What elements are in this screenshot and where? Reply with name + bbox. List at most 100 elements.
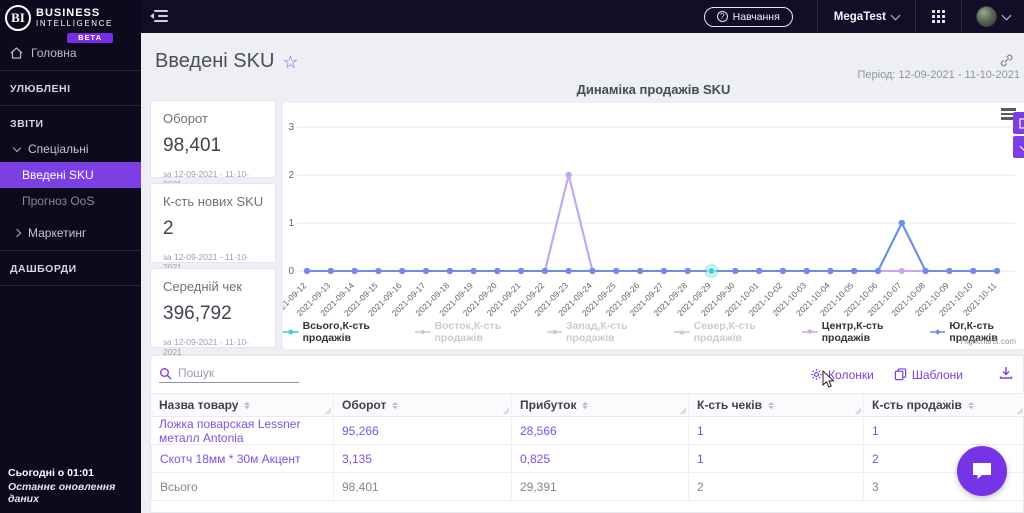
legend-marker-icon: [802, 329, 818, 335]
chart-collapse-button[interactable]: [1013, 136, 1024, 158]
sku-chart: 0 1 2 3 2021-09-12 2021-09-13 2021-09-14 2021-0…: [283, 103, 1024, 318]
products-table-card: Колонки Шаблони Назва товару Оборот Приб…: [150, 355, 1024, 513]
legend-marker-icon: [283, 329, 299, 335]
column-resize-handle[interactable]: [324, 407, 331, 414]
chevron-down-icon: [12, 143, 22, 153]
sort-icon[interactable]: [392, 401, 399, 409]
column-resize-handle[interactable]: [854, 407, 861, 414]
sidebar-group-marketing[interactable]: Маркетинг: [0, 220, 141, 246]
sort-icon[interactable]: [967, 401, 974, 409]
column-header-sales[interactable]: К-сть продажів: [863, 393, 1024, 417]
avatar: [976, 6, 997, 27]
sidebar-item-prognoz-oos[interactable]: Прогноз OoS: [0, 188, 141, 214]
kpi-card-avg-check: Середній чек 396,792 за 12-09-2021 - 11-…: [150, 268, 276, 357]
legend-label: Север,К-сть продажів: [693, 320, 756, 344]
share-link-icon[interactable]: [999, 53, 1014, 68]
sidebar-item-vvedeni-sku[interactable]: Введені SKU: [0, 162, 141, 188]
sidebar-home-label: Головна: [31, 46, 77, 60]
sidebar-section-reports: ЗВІТИ: [10, 118, 44, 130]
column-header-checks[interactable]: К-сть чеків: [688, 393, 863, 417]
account-label: MegaTest: [833, 10, 886, 23]
page-title: Введені SKU: [155, 50, 275, 72]
app-root: ? Навчання MegaTest BI BUSINESS INTELLIG…: [0, 0, 1024, 513]
sort-icon[interactable]: [767, 401, 774, 409]
chat-bubble-icon: [973, 463, 991, 479]
chevron-down-icon: [1001, 10, 1012, 20]
table-cell[interactable]: 28,566: [511, 417, 688, 445]
legend-label: Всього,К-сть продажів: [302, 320, 370, 344]
search-input[interactable]: [178, 366, 288, 380]
svg-text:0: 0: [288, 266, 294, 277]
chart-title: Динаміка продажів SKU: [576, 82, 731, 97]
sidebar-group-marketing-label: Маркетинг: [28, 226, 87, 240]
sort-icon[interactable]: [244, 401, 251, 409]
chart-settings-button[interactable]: [1013, 112, 1024, 134]
column-resize-handle[interactable]: [679, 407, 686, 414]
column-header-profit[interactable]: Прибуток: [511, 393, 688, 417]
column-resize-handle[interactable]: [502, 407, 509, 414]
user-menu[interactable]: [962, 6, 1024, 27]
columns-button[interactable]: Колонки: [810, 368, 874, 382]
sort-icon[interactable]: [582, 401, 589, 409]
templates-button[interactable]: Шаблони: [894, 368, 963, 382]
legend-item[interactable]: Центр,К-сть продажів: [802, 320, 910, 344]
home-icon: [10, 47, 23, 59]
product-link[interactable]: Скотч 18мм * 30м Акцент: [151, 445, 333, 473]
gear-icon: [811, 369, 822, 380]
kpi-caption: за 12-09-2021 - 11-10-2021: [163, 337, 249, 357]
chevron-down-icon: [1019, 141, 1024, 151]
last-update-time: Сьогодні о 01:01: [8, 467, 94, 479]
legend-item[interactable]: Запад,К-сть продажів: [546, 320, 655, 344]
chat-widget-button[interactable]: [957, 446, 1007, 496]
legend-item[interactable]: Всього,К-сть продажів: [283, 320, 395, 344]
legend-marker-icon: [414, 329, 431, 335]
kpi-value: 2: [163, 218, 174, 239]
sidebar-toggle-icon[interactable]: [150, 8, 168, 24]
sidebar-group-special-label: Спеціальні: [28, 142, 89, 156]
columns-label: Колонки: [828, 367, 874, 382]
legend-item[interactable]: Север,К-сть продажів: [674, 320, 782, 344]
divider: [0, 250, 141, 251]
panel-icon: [1018, 117, 1024, 129]
sidebar-footer: Сьогодні о 01:01 Останнє оновлення даних: [8, 467, 141, 505]
divider: [0, 285, 141, 286]
legend-label: Восток,К-сть продажів: [434, 320, 502, 344]
divider: [0, 70, 141, 71]
last-update-caption: Останнє оновлення даних: [8, 481, 116, 505]
table-cell[interactable]: 95,266: [333, 417, 511, 445]
products-table: Назва товару Оборот Прибуток К-сть чеків…: [151, 393, 1024, 501]
column-resize-handle[interactable]: [1016, 407, 1023, 414]
legend-marker-icon: [929, 329, 946, 335]
column-header-turnover[interactable]: Оборот: [333, 393, 511, 417]
apps-grid-icon[interactable]: [932, 10, 945, 23]
table-cell[interactable]: 0,825: [511, 445, 688, 473]
svg-text:1: 1: [288, 218, 294, 229]
favorite-star-icon[interactable]: ☆: [282, 53, 298, 71]
kpi-label: К-сть нових SKU: [163, 194, 264, 209]
logo-line2: INTELLIGENCE: [36, 19, 113, 28]
table-cell[interactable]: 1: [688, 445, 863, 473]
table-cell[interactable]: 3,135: [333, 445, 511, 473]
highcharts-credits-link[interactable]: Highcharts.com: [960, 337, 1016, 346]
table-cell[interactable]: 1: [688, 417, 863, 445]
topbar-divider: [915, 0, 916, 33]
sidebar-section-favorites: УЛЮБЛЕНІ: [10, 83, 71, 95]
topbar: ? Навчання MegaTest: [0, 0, 1024, 33]
total-row-cell: 2: [688, 473, 863, 501]
table-cell[interactable]: 1: [863, 417, 1024, 445]
divider: [0, 105, 141, 106]
templates-icon: [894, 368, 907, 381]
total-row-cell: Всього: [151, 473, 333, 501]
chevron-down-icon: [890, 10, 901, 20]
legend-label: Центр,К-сть продажів: [821, 320, 884, 344]
column-header-name[interactable]: Назва товару: [151, 393, 333, 417]
legend-marker-icon: [546, 330, 563, 334]
product-link[interactable]: Ложка поварская Lessner металл Antonia: [151, 417, 333, 445]
download-button[interactable]: [999, 366, 1013, 384]
app-logo: BI BUSINESS INTELLIGENCE BETA: [0, 0, 141, 43]
sidebar-group-special[interactable]: Спеціальні: [0, 136, 141, 162]
account-dropdown[interactable]: MegaTest: [818, 10, 915, 23]
legend-item[interactable]: Восток,К-сть продажів: [414, 320, 527, 344]
kpi-value: 98,401: [163, 135, 222, 156]
training-button[interactable]: ? Навчання: [703, 6, 793, 27]
